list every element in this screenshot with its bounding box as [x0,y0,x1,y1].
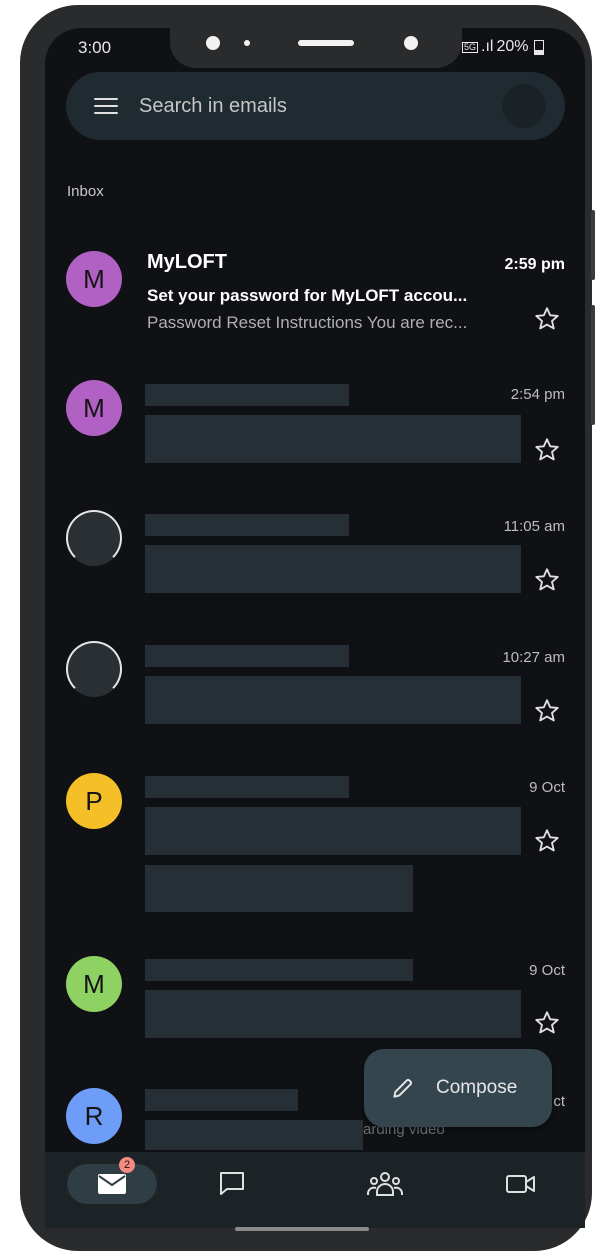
redacted-content [145,545,521,593]
redacted-content [145,1120,363,1150]
star-icon[interactable] [533,827,561,855]
network-type: 5G [462,41,479,53]
redacted-attachment [145,865,413,912]
compose-button[interactable]: Compose [364,1049,552,1127]
pencil-icon [393,1078,413,1098]
redacted-sender [145,645,349,667]
battery-icon [533,39,544,55]
spaces-icon [367,1172,403,1196]
email-time: 2:54 pm [510,386,565,403]
chat-icon [220,1172,244,1195]
email-row[interactable]: 11:05 am [45,510,585,610]
email-time: ct [553,1093,565,1110]
redacted-content [145,415,521,463]
email-snippet: Password Reset Instructions You are rec.… [147,313,468,332]
signal-icon: .ıl [481,38,494,55]
camera-icon [206,36,220,50]
power-button [591,305,595,425]
status-time: 3:00 [78,38,112,57]
redacted-sender [145,384,349,406]
redacted-sender [145,959,413,981]
email-time: 2:59 pm [504,256,565,273]
status-indicators: 5G .ıl 20% [462,38,544,56]
earpiece-speaker [298,40,354,46]
search-bar[interactable] [66,72,565,140]
star-icon[interactable] [533,1009,561,1037]
volume-button [591,210,595,280]
email-time: 11:05 am [503,518,565,535]
nav-meet[interactable] [501,1164,541,1204]
sender-avatar: P [66,773,122,829]
redacted-sender [145,776,349,798]
star-icon[interactable] [533,697,561,725]
redacted-content [145,676,521,724]
nav-mail[interactable] [67,1164,157,1204]
email-subject: Set your password for MyLOFT accou... [147,286,468,305]
email-row[interactable]: M 2:54 pm [45,378,585,478]
mail-icon [98,1174,126,1194]
email-row[interactable]: P 9 Oct [45,771,585,921]
front-camera-icon [404,36,418,50]
email-row[interactable]: 10:27 am [45,641,585,741]
battery-level: 20% [496,38,529,55]
sender-avatar-loading [66,641,122,697]
redacted-sender [145,1089,298,1111]
nav-chat[interactable] [217,1164,247,1204]
meet-icon [506,1175,535,1193]
star-icon[interactable] [533,566,561,594]
star-icon[interactable] [533,436,561,464]
camera-notch [170,28,462,68]
unread-badge: 2 [119,1157,135,1173]
bottom-navigation: 2 [45,1152,585,1228]
email-time: 10:27 am [502,649,565,666]
email-time: 9 Oct [529,779,565,796]
sender-avatar-loading [66,510,122,566]
search-input[interactable] [139,90,479,122]
redacted-sender [145,514,349,536]
redacted-content [145,807,521,855]
home-indicator[interactable] [235,1227,369,1231]
redacted-content [145,990,521,1038]
compose-label: Compose [436,1077,518,1098]
email-time: 9 Oct [529,962,565,979]
sender-avatar: M [66,380,122,436]
sender-avatar: R [66,1088,122,1144]
sender-avatar: M [66,251,122,307]
email-row[interactable]: M MyLOFT 2:59 pm Set your password for M… [45,245,585,345]
nav-spaces[interactable] [363,1164,407,1204]
folder-label: Inbox [67,183,104,200]
star-icon[interactable] [533,305,561,333]
email-row[interactable]: M 9 Oct [45,954,585,1054]
sensor-dot [244,40,250,46]
sender-avatar: M [66,956,122,1012]
hamburger-menu-icon[interactable] [94,98,118,114]
account-avatar[interactable] [502,84,546,128]
email-sender: MyLOFT [147,251,227,273]
